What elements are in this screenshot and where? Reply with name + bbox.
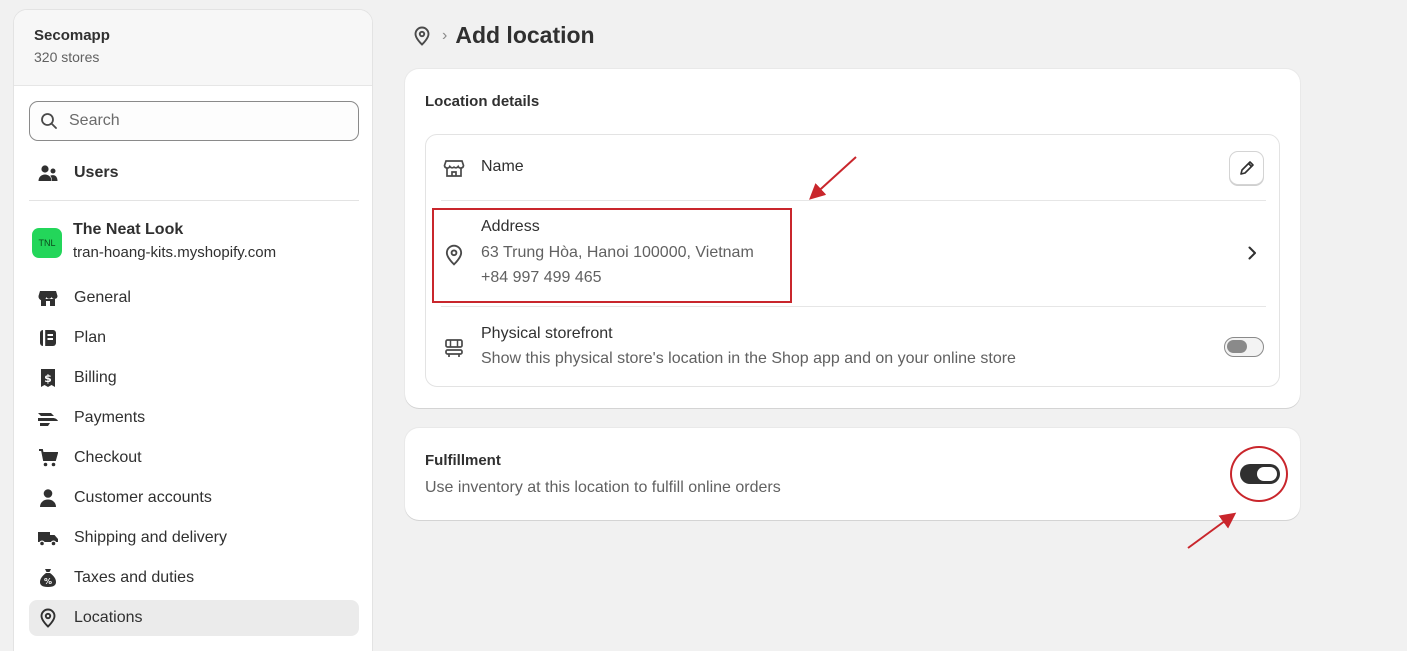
fulfillment-title: Fulfillment [425, 452, 501, 469]
store-selector[interactable]: TNL The Neat Look tran-hoang-kits.myshop… [32, 221, 276, 261]
search-icon [40, 112, 58, 130]
storefront-row: Physical storefront Show this physical s… [426, 307, 1279, 387]
location-icon [37, 607, 59, 629]
org-store-count: 320 stores [34, 49, 100, 65]
sidebar-item-label: Shipping and delivery [74, 529, 227, 546]
pencil-icon [1239, 160, 1255, 176]
storefront-description: Show this physical store's location in t… [481, 350, 1016, 367]
sidebar-item-billing[interactable]: $ Billing [29, 360, 359, 396]
sidebar-item-locations[interactable]: Locations [29, 600, 359, 636]
sidebar-item-shipping[interactable]: Shipping and delivery [29, 520, 359, 556]
name-label: Name [481, 158, 524, 175]
chevron-right-icon[interactable] [1247, 245, 1257, 266]
svg-text:$: $ [44, 372, 52, 385]
sidebar-item-customer-accounts[interactable]: Customer accounts [29, 480, 359, 516]
fulfillment-card: Fulfillment Use inventory at this locati… [405, 428, 1300, 520]
sidebar-item-label: Billing [74, 369, 117, 386]
sidebar-item-general[interactable]: General [29, 280, 359, 316]
cart-icon [37, 447, 59, 469]
sidebar-item-label: Customer accounts [74, 489, 212, 506]
org-name: Secomapp [34, 27, 110, 44]
page-title: Add location [455, 22, 595, 48]
sidebar-item-plan[interactable]: Plan [29, 320, 359, 356]
annotation-highlight-circle [1230, 446, 1288, 502]
fulfillment-description: Use inventory at this location to fulfil… [425, 479, 781, 496]
svg-text:%: % [44, 577, 52, 586]
sidebar-item-label: Taxes and duties [74, 569, 195, 586]
store-domain: tran-hoang-kits.myshopify.com [73, 244, 277, 261]
payments-icon [37, 407, 59, 429]
card-title: Location details [425, 93, 540, 110]
sidebar-item-label: Plan [74, 329, 107, 346]
search-placeholder: Search [69, 112, 120, 129]
location-icon[interactable] [412, 26, 432, 46]
truck-icon [37, 527, 59, 549]
annotation-highlight-box [432, 208, 792, 303]
storefront-icon [443, 337, 465, 359]
plan-icon [37, 327, 59, 349]
users-icon [37, 162, 59, 184]
sidebar-item-label: General [74, 289, 131, 306]
sidebar-item-label: Locations [74, 609, 143, 626]
search-input[interactable]: Search [29, 101, 359, 141]
sidebar-item-payments[interactable]: Payments [29, 400, 359, 436]
divider [29, 200, 359, 201]
chevron-right-icon: › [442, 26, 448, 44]
sidebar-item-checkout[interactable]: Checkout [29, 440, 359, 476]
sidebar-item-label: Payments [74, 409, 146, 426]
billing-icon: $ [37, 367, 59, 389]
breadcrumb: › Add location [412, 22, 595, 49]
org-switcher[interactable]: Secomapp 320 stores [14, 10, 372, 86]
sidebar-item-taxes[interactable]: % Taxes and duties [29, 560, 359, 596]
sidebar-item-label: Users [74, 164, 119, 181]
settings-sidebar: Secomapp 320 stores Search Users TNL The… [13, 9, 373, 651]
store-icon [443, 157, 465, 179]
store-icon [37, 287, 59, 309]
sidebar-item-users[interactable]: Users [29, 155, 359, 191]
storefront-toggle[interactable] [1224, 337, 1264, 357]
store-avatar: TNL [32, 228, 62, 258]
edit-name-button[interactable] [1229, 151, 1264, 185]
sidebar-item-label: Checkout [74, 449, 142, 466]
name-row[interactable]: Name [426, 135, 1279, 200]
storefront-label: Physical storefront [481, 325, 613, 342]
tax-icon: % [37, 567, 59, 589]
store-name: The Neat Look [73, 221, 184, 238]
toggle-knob [1227, 340, 1247, 353]
person-icon [37, 487, 59, 509]
